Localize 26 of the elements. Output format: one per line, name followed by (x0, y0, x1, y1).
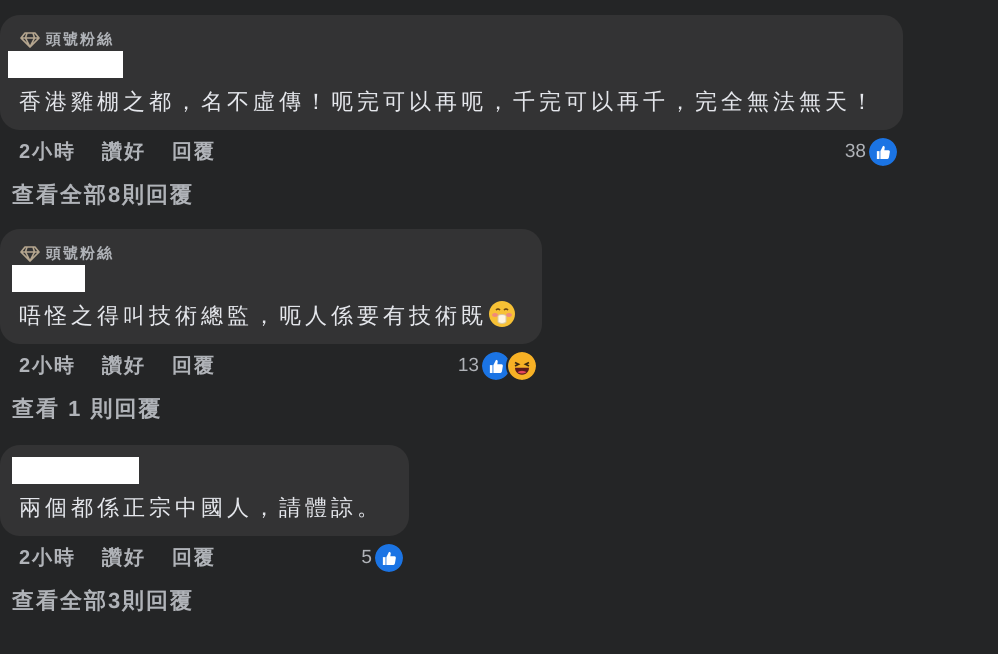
view-replies-link[interactable]: 查看 1 則回覆 (12, 392, 542, 425)
laughing-face-icon (506, 350, 538, 382)
reaction-count[interactable]: 38 (844, 138, 866, 166)
like-icon (373, 542, 405, 574)
reply-link[interactable]: 回覆 (172, 543, 216, 573)
diamond-icon (20, 246, 40, 262)
like-link[interactable]: 讚好 (102, 543, 146, 573)
like-icon (867, 136, 899, 168)
comment-text: 香港雞棚之都，名不虛傳！呃完可以再呃，千完可以再千，完全無法無天！ (19, 88, 877, 116)
diamond-icon (20, 32, 40, 48)
reply-link[interactable]: 回覆 (172, 137, 216, 167)
like-link[interactable]: 讚好 (102, 351, 146, 381)
comment-text: 兩個都係正宗中國人，請體諒。 (19, 494, 383, 522)
view-replies-link[interactable]: 查看全部3則回覆 (12, 584, 409, 617)
reply-link[interactable]: 回覆 (172, 351, 216, 381)
comment-time: 2小時 (19, 546, 76, 571)
comment-time: 2小時 (19, 140, 76, 165)
view-replies-link[interactable]: 查看全部8則回覆 (12, 178, 903, 211)
like-link[interactable]: 讚好 (102, 137, 146, 167)
badge-label: 頭號粉絲 (46, 244, 114, 264)
badge-label: 頭號粉絲 (46, 30, 114, 50)
reaction-count[interactable]: 13 (458, 352, 479, 380)
comment-text: 唔怪之得叫技術總監，呃人係要有技術既 (19, 300, 516, 332)
face-with-hand-over-mouth-icon (488, 300, 516, 328)
comment-time: 2小時 (19, 354, 76, 379)
reaction-count[interactable]: 5 (361, 544, 372, 572)
